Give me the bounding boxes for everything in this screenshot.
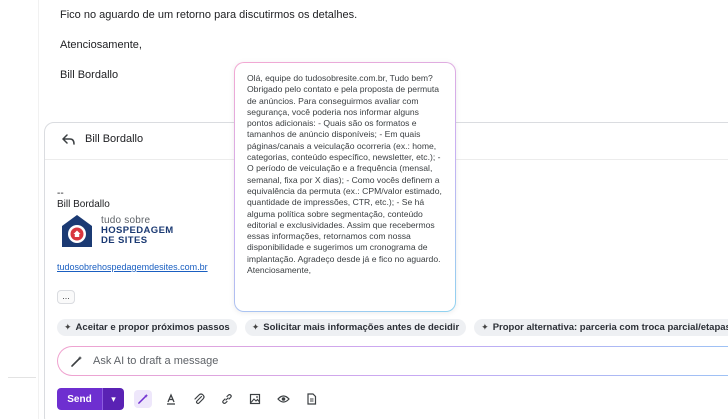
left-panel	[0, 0, 44, 419]
attachment-icon[interactable]	[190, 390, 208, 408]
email-body-line: Fico no aguardo de um retorno para discu…	[60, 9, 358, 21]
email-view: Fico no aguardo de um retorno para discu…	[0, 0, 728, 419]
ai-prompt-placeholder: Ask AI to draft a message	[93, 355, 219, 367]
panel-divider	[38, 0, 39, 419]
ai-prompt-input[interactable]: Ask AI to draft a message	[57, 346, 728, 376]
suggestion-label: Propor alternativa: parceria com troca p…	[492, 322, 728, 333]
document-icon[interactable]	[302, 390, 320, 408]
eye-icon[interactable]	[274, 390, 292, 408]
image-icon[interactable]	[246, 390, 264, 408]
sparkle-icon: ✦	[251, 322, 260, 332]
reply-recipient[interactable]: Bill Bordallo	[85, 133, 143, 145]
logo-icon	[62, 215, 92, 247]
suggestion-chip-accept[interactable]: ✦ Aceitar e propor próximos passos	[57, 319, 237, 336]
send-button[interactable]: Send	[57, 388, 102, 410]
sparkle-icon: ✦	[481, 322, 489, 332]
suggestion-chip-alternative[interactable]: ✦ Propor alternativa: parceria com troca…	[474, 319, 728, 336]
show-trimmed-content-button[interactable]: ...	[57, 290, 75, 304]
signature-website-link[interactable]: tudosobrehospedagemdesites.com.br	[57, 262, 208, 272]
suggestion-label: Solicitar mais informações antes de deci…	[263, 322, 460, 333]
left-separator	[8, 377, 36, 378]
signature-separator: --	[57, 188, 64, 199]
suggestion-chip-request-info[interactable]: ✦ Solicitar mais informações antes de de…	[244, 319, 467, 336]
link-icon[interactable]	[218, 390, 236, 408]
magic-wand-icon[interactable]	[134, 390, 152, 408]
suggestion-chips: ✦ Aceitar e propor próximos passos ✦ Sol…	[57, 319, 728, 336]
email-sender-name: Bill Bordallo	[60, 69, 119, 81]
send-button-group: Send ▾	[57, 388, 124, 410]
suggestion-label: Aceitar e propor próximos passos	[75, 322, 230, 333]
logo-text-line3: DE SITES	[101, 235, 148, 246]
reply-icon[interactable]	[61, 132, 75, 146]
compose-toolbar: Send ▾	[57, 388, 320, 410]
sparkle-icon: ✦	[64, 322, 72, 332]
chevron-down-icon[interactable]: ▾	[102, 388, 124, 410]
ai-draft-preview-popup[interactable]: Olá, equipe do tudosobresite.com.br, Tud…	[234, 62, 456, 312]
text-format-icon[interactable]	[162, 390, 180, 408]
email-closing: Atenciosamente,	[60, 39, 142, 51]
magic-wand-icon	[71, 355, 82, 367]
ai-draft-preview-text: Olá, equipe do tudosobresite.com.br, Tud…	[247, 73, 442, 276]
signature-name: Bill Bordallo	[57, 199, 110, 210]
reply-header: Bill Bordallo	[61, 132, 143, 146]
company-logo: tudo sobre HOSPEDAGEM DE SITES	[59, 211, 209, 251]
